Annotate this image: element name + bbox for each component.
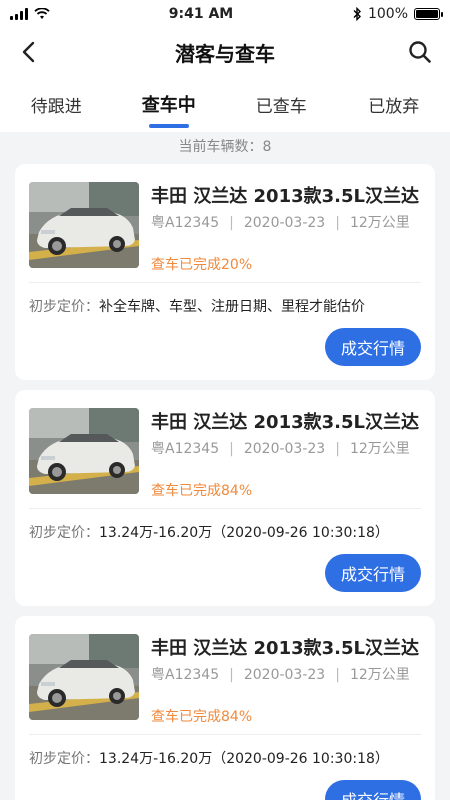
market-deal-button[interactable]: 成交行情 bbox=[325, 780, 421, 800]
vehicle-name: 丰田 汉兰达 2013款3.5L汉兰达 bbox=[151, 638, 419, 659]
vehicle-card[interactable]: 丰田 汉兰达 2013款3.5L汉兰达 粤A12345 | 2020-03-23 | 1… bbox=[15, 164, 435, 380]
status-time: 9:41 AM bbox=[168, 6, 234, 22]
mileage: 12万公里 bbox=[349, 667, 410, 683]
price-value: 13.24万-16.20万（2020-09-26 10:30:18） bbox=[99, 525, 389, 541]
register-date: 2020-03-23 bbox=[243, 441, 326, 457]
tab-inspecting[interactable]: 查车中 bbox=[113, 76, 226, 132]
back-button[interactable] bbox=[14, 38, 42, 66]
battery-percent: 100% bbox=[367, 6, 408, 22]
initial-price: 初步定价：13.24万-16.20万（2020-09-26 10:30:18） bbox=[29, 748, 389, 768]
tab-abandoned[interactable]: 已放弃 bbox=[338, 76, 450, 132]
tab-inspected[interactable]: 已查车 bbox=[225, 76, 338, 132]
nav-bar: 潜客与查车 bbox=[0, 28, 450, 76]
tab-label: 已放弃 bbox=[368, 96, 420, 117]
divider bbox=[29, 508, 421, 509]
vehicle-name: 丰田 汉兰达 2013款3.5L汉兰达 bbox=[151, 412, 419, 433]
divider bbox=[29, 734, 421, 735]
price-label: 初步定价： bbox=[29, 751, 99, 767]
vehicle-card[interactable]: 丰田 汉兰达 2013款3.5L汉兰达 粤A12345 | 2020-03-23 | 1… bbox=[15, 616, 435, 800]
inspection-progress: 查车已完成20% bbox=[151, 257, 253, 273]
vehicle-meta: 粤A12345 | 2020-03-23 | 12万公里 bbox=[151, 215, 410, 231]
price-label: 初步定价： bbox=[29, 299, 99, 315]
register-date: 2020-03-23 bbox=[243, 215, 326, 231]
car-photo bbox=[29, 634, 139, 720]
mileage: 12万公里 bbox=[349, 441, 410, 457]
battery-icon bbox=[414, 8, 443, 20]
plate-number: 粤A12345 bbox=[151, 667, 220, 683]
price-value: 补全车牌、车型、注册日期、里程才能估价 bbox=[99, 299, 365, 315]
search-button[interactable] bbox=[406, 38, 434, 66]
vehicle-meta: 粤A12345 | 2020-03-23 | 12万公里 bbox=[151, 441, 410, 457]
wifi-icon bbox=[34, 8, 50, 19]
tab-bar: 待跟进 查车中 已查车 已放弃 bbox=[0, 76, 450, 132]
tab-label: 已查车 bbox=[255, 96, 307, 117]
search-icon bbox=[409, 41, 431, 63]
market-deal-button[interactable]: 成交行情 bbox=[325, 328, 421, 366]
market-deal-button[interactable]: 成交行情 bbox=[325, 554, 421, 592]
divider bbox=[29, 282, 421, 283]
tab-pending-follow-up[interactable]: 待跟进 bbox=[0, 76, 113, 132]
initial-price: 初步定价：13.24万-16.20万（2020-09-26 10:30:18） bbox=[29, 522, 389, 542]
mileage: 12万公里 bbox=[349, 215, 410, 231]
tab-label: 查车中 bbox=[141, 95, 196, 116]
bluetooth-icon bbox=[353, 7, 361, 21]
plate-number: 粤A12345 bbox=[151, 215, 220, 231]
vehicle-name: 丰田 汉兰达 2013款3.5L汉兰达 bbox=[151, 186, 419, 207]
car-photo bbox=[29, 408, 139, 494]
inspection-progress: 查车已完成84% bbox=[151, 483, 253, 499]
active-tab-indicator bbox=[148, 124, 189, 128]
initial-price: 初步定价：补全车牌、车型、注册日期、里程才能估价 bbox=[29, 296, 365, 316]
tab-label: 待跟进 bbox=[30, 96, 82, 117]
price-label: 初步定价： bbox=[29, 525, 99, 541]
status-bar: 9:41 AM 100% bbox=[0, 0, 450, 28]
plate-number: 粤A12345 bbox=[151, 441, 220, 457]
page-title: 潜客与查车 bbox=[175, 41, 275, 66]
price-value: 13.24万-16.20万（2020-09-26 10:30:18） bbox=[99, 751, 389, 767]
vehicle-count: 当前车辆数：8 bbox=[178, 139, 272, 155]
car-photo bbox=[29, 182, 139, 268]
vehicle-card[interactable]: 丰田 汉兰达 2013款3.5L汉兰达 粤A12345 | 2020-03-23 | 1… bbox=[15, 390, 435, 606]
vehicle-meta: 粤A12345 | 2020-03-23 | 12万公里 bbox=[151, 667, 410, 683]
inspection-progress: 查车已完成84% bbox=[151, 709, 253, 725]
chevron-left-icon bbox=[22, 41, 35, 63]
signal-icon bbox=[10, 8, 28, 20]
register-date: 2020-03-23 bbox=[243, 667, 326, 683]
